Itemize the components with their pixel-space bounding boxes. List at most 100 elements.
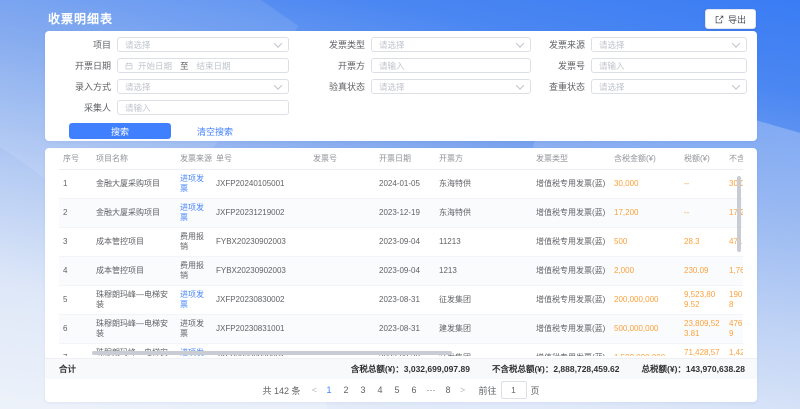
- invoice-source-select[interactable]: 请选择: [591, 37, 747, 52]
- export-label: 导出: [728, 13, 746, 26]
- cell-index: 4: [59, 257, 92, 286]
- search-button[interactable]: 搜索: [69, 123, 171, 139]
- cell-invoice-no: [309, 286, 375, 315]
- cell-invoice-type: 增值税专用发票(蓝): [532, 344, 610, 357]
- dup-status-label: 查重状态: [531, 80, 585, 93]
- invoice-type-select[interactable]: 请选择: [371, 37, 531, 52]
- cell-project-name: 成本管控项目: [92, 257, 176, 286]
- total-count: 共 142 条: [262, 384, 300, 397]
- totals-label: 合计: [59, 363, 76, 375]
- entry-method-select[interactable]: 请选择: [117, 79, 289, 94]
- page-ellipsis: ···: [425, 385, 438, 395]
- cell-order-no: FYBX20230902003: [212, 228, 309, 257]
- page-button[interactable]: 5: [391, 385, 404, 395]
- cell-invoice-source: 费用报销: [176, 228, 212, 257]
- cell-invoice-source[interactable]: 进项发票: [176, 286, 212, 315]
- cell-tax-amount: 230.09: [680, 257, 725, 286]
- cell-amount-incl-tax: 1,500,000,000: [610, 344, 680, 357]
- page-button[interactable]: 2: [340, 385, 353, 395]
- page-jump-input[interactable]: [501, 381, 527, 399]
- date-separator: 至: [180, 60, 189, 72]
- verify-status-select[interactable]: 请选择: [371, 79, 531, 94]
- chevron-down-icon: [732, 81, 740, 89]
- cell-order-no: FYBX20230902003: [212, 257, 309, 286]
- jump-suffix: 页: [531, 384, 540, 397]
- cell-project-name: 珠穆朗玛峰—电梯安装: [92, 315, 176, 344]
- end-date-placeholder: 结束日期: [197, 60, 231, 72]
- start-date-placeholder: 开始日期: [138, 60, 172, 72]
- cell-order-no: JXFP20231219002: [212, 199, 309, 228]
- chevron-down-icon: [732, 39, 740, 47]
- column-header: 发票类型: [532, 148, 610, 170]
- column-header: 不含税金额(¥): [725, 148, 743, 170]
- column-header: 税额(¥): [680, 148, 725, 170]
- cell-amount-excl-tax: 476,190,476.19: [725, 315, 743, 344]
- cell-index: 3: [59, 228, 92, 257]
- vertical-scrollbar[interactable]: [737, 176, 741, 252]
- cell-invoice-source[interactable]: 进项发票: [176, 199, 212, 228]
- chevron-down-icon: [274, 81, 282, 89]
- cell-index: 1: [59, 170, 92, 199]
- page-button[interactable]: 6: [408, 385, 421, 395]
- invoice-table: 序号项目名称发票来源单号发票号开票日期开票方发票类型含税金额(¥)税额(¥)不含…: [59, 148, 743, 356]
- cell-issuer: 东海特供: [435, 170, 532, 199]
- column-header: 发票号: [309, 148, 375, 170]
- export-button[interactable]: 导出: [705, 9, 756, 29]
- totals-row: 合计 含税总额(¥)：3,032,699,097.89 不含税总额(¥)：2,8…: [45, 358, 757, 379]
- chevron-down-icon: [516, 81, 524, 89]
- invoice-date-label: 开票日期: [61, 59, 111, 72]
- column-header: 项目名称: [92, 148, 176, 170]
- cell-invoice-type: 增值税专用发票(蓝): [532, 170, 610, 199]
- horizontal-scrollbar[interactable]: [92, 351, 452, 355]
- filter-panel: 项目 请选择 发票类型 请选择 发票来源 请选择 开票日期: [45, 31, 757, 141]
- cell-tax-amount: 28.3: [680, 228, 725, 257]
- collector-input[interactable]: [125, 103, 281, 113]
- cell-invoice-type: 增值税专用发票(蓝): [532, 315, 610, 344]
- chevron-down-icon: [516, 39, 524, 47]
- cell-order-no: JXFP20230831001: [212, 315, 309, 344]
- page-button[interactable]: 3: [357, 385, 370, 395]
- cell-amount-incl-tax: 30,000: [610, 170, 680, 199]
- cell-issuer: 1213: [435, 257, 532, 286]
- cell-order-no: JXFP20240105001: [212, 170, 309, 199]
- table-row: 1金融大厦采购项目进项发票JXFP202401050012024-01-05东海…: [59, 170, 743, 199]
- clear-search-link[interactable]: 清空搜索: [197, 125, 233, 138]
- column-header: 开票日期: [375, 148, 435, 170]
- collector-label: 采集人: [61, 101, 111, 114]
- total-excl-tax: 不含税总额(¥)：2,888,728,459.62: [492, 363, 620, 375]
- jump-prefix: 前往: [479, 384, 497, 397]
- verify-status-label: 验真状态: [289, 80, 365, 93]
- cell-invoice-no: [309, 228, 375, 257]
- next-page-button[interactable]: >: [457, 385, 469, 395]
- cell-invoice-no: [309, 170, 375, 199]
- cell-index: 6: [59, 315, 92, 344]
- cell-issuer: 11213: [435, 228, 532, 257]
- invoice-date-range[interactable]: 开始日期 至 结束日期: [117, 58, 289, 73]
- cell-amount-incl-tax: 500: [610, 228, 680, 257]
- cell-project-name: 金融大厦采购项目: [92, 199, 176, 228]
- cell-tax-amount: 23,809,523.81: [680, 315, 725, 344]
- dup-status-select[interactable]: 请选择: [591, 79, 747, 94]
- prev-page-button[interactable]: <: [309, 385, 321, 395]
- invoice-no-input[interactable]: [599, 61, 739, 71]
- column-header: 含税金额(¥): [610, 148, 680, 170]
- pagination: 共 142 条 < 123456 ··· 8 > 前往 页: [45, 379, 757, 401]
- project-select[interactable]: 请选择: [117, 37, 289, 52]
- column-header: 开票方: [435, 148, 532, 170]
- issuer-input[interactable]: [379, 61, 523, 71]
- cell-tax-amount: --: [680, 199, 725, 228]
- cell-invoice-date: 2023-09-04: [375, 257, 435, 286]
- table-row: 6珠穆朗玛峰—电梯安装进项发票JXFP202308310012023-08-31…: [59, 315, 743, 344]
- page: 收票明细表 导出 项目 请选择 发票类型 请选择 发票来源 请选择: [0, 0, 800, 409]
- page-button[interactable]: 1: [323, 385, 336, 395]
- entry-method-label: 录入方式: [61, 80, 111, 93]
- cell-project-name: 金融大厦采购项目: [92, 170, 176, 199]
- cell-invoice-source[interactable]: 进项发票: [176, 170, 212, 199]
- page-button[interactable]: 8: [442, 385, 455, 395]
- cell-invoice-type: 增值税专用发票(蓝): [532, 257, 610, 286]
- total-tax: 总税额(¥)：143,970,638.28: [642, 363, 745, 375]
- page-title: 收票明细表: [48, 10, 113, 27]
- cell-invoice-date: 2023-12-19: [375, 199, 435, 228]
- page-button[interactable]: 4: [374, 385, 387, 395]
- cell-invoice-no: [309, 315, 375, 344]
